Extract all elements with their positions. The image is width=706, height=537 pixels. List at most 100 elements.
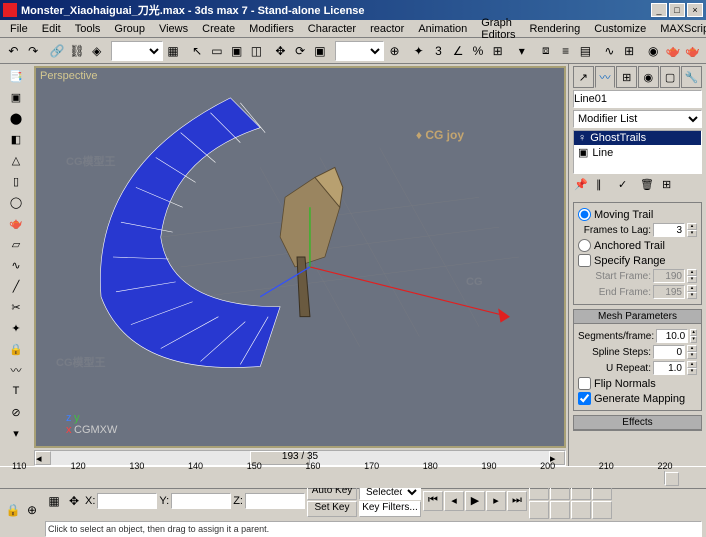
rotate-button[interactable]: ⟳ xyxy=(291,40,310,62)
minmax-button[interactable] xyxy=(571,501,591,519)
menu-rendering[interactable]: Rendering xyxy=(523,23,586,35)
arc-rotate-button[interactable] xyxy=(550,501,570,519)
z-coord-input[interactable] xyxy=(245,493,305,509)
unlink-button[interactable]: ⛓ xyxy=(68,40,87,62)
hierarchy-tab[interactable]: ⊞ xyxy=(616,66,637,88)
remove-mod-button[interactable]: 🗑 xyxy=(639,177,659,197)
axis-icon[interactable]: ✦ xyxy=(4,318,28,338)
menu-group[interactable]: Group xyxy=(108,23,151,35)
scroll-left-button[interactable]: ◂ xyxy=(35,451,51,465)
line-icon[interactable]: ╱ xyxy=(4,276,28,296)
select-name-button[interactable]: ▭ xyxy=(207,40,226,62)
quick-render-button[interactable]: 🫖 xyxy=(683,40,702,62)
region-zoom-button[interactable] xyxy=(592,501,612,519)
menu-file[interactable]: File xyxy=(4,23,34,35)
rollout-header[interactable]: Mesh Parameters xyxy=(574,310,701,324)
play-button[interactable]: ▶ xyxy=(465,491,485,511)
text-icon[interactable]: T xyxy=(4,381,28,401)
spinner[interactable]: ▴▾ xyxy=(687,361,697,375)
center-button[interactable]: ⊕ xyxy=(385,40,404,62)
psnap-button[interactable]: % xyxy=(469,40,488,62)
align-button[interactable]: ≡ xyxy=(556,40,575,62)
rollout-header[interactable]: Effects xyxy=(574,416,701,430)
perspective-viewport[interactable]: Perspective xyxy=(34,66,566,448)
menu-customize[interactable]: Customize xyxy=(588,23,652,35)
pan-button[interactable] xyxy=(529,501,549,519)
select-icon[interactable]: ▣ xyxy=(4,87,28,107)
clip-icon[interactable]: ✂ xyxy=(4,297,28,317)
undo-button[interactable]: ↶ xyxy=(4,40,23,62)
plane-icon[interactable]: ▱ xyxy=(4,234,28,254)
minimize-button[interactable]: _ xyxy=(651,3,667,17)
section-icon[interactable]: ⊘ xyxy=(4,402,28,422)
expand-icon[interactable]: ▣ xyxy=(578,146,588,159)
goto-start-button[interactable]: ⏮ xyxy=(423,491,443,511)
specify-range-checkbox[interactable]: Specify Range xyxy=(578,254,697,267)
maximize-button[interactable]: □ xyxy=(669,3,685,17)
asnap-button[interactable]: ∠ xyxy=(449,40,468,62)
timeline-thumb[interactable] xyxy=(665,472,679,486)
modifier-list-dropdown[interactable]: Modifier List xyxy=(573,110,702,128)
more-icon[interactable]: ▾ xyxy=(4,423,28,443)
menu-modifiers[interactable]: Modifiers xyxy=(243,23,300,35)
snap-button[interactable]: 3 xyxy=(429,40,448,62)
curve-icon[interactable]: ∿ xyxy=(4,255,28,275)
move-button[interactable]: ✥ xyxy=(271,40,290,62)
curve-editor-button[interactable]: ∿ xyxy=(600,40,619,62)
cylinder-icon[interactable]: ▯ xyxy=(4,171,28,191)
menu-edit[interactable]: Edit xyxy=(36,23,67,35)
timeline-ruler[interactable]: 110 120 130 140 150 160 170 180 190 200 … xyxy=(0,466,706,488)
x-coord-input[interactable] xyxy=(97,493,157,509)
anchored-trail-radio[interactable]: Anchored Trail xyxy=(578,239,697,252)
goto-end-button[interactable]: ⏭ xyxy=(507,491,527,511)
prev-frame-button[interactable]: ◂ xyxy=(444,491,464,511)
teapot-icon[interactable]: 🫖 xyxy=(4,213,28,233)
lock-sel-icon[interactable]: 🔒 xyxy=(4,339,28,359)
spinner-snap-button[interactable]: ⊞ xyxy=(488,40,507,62)
next-frame-button[interactable]: ▸ xyxy=(486,491,506,511)
menu-graph[interactable]: Graph Editors xyxy=(475,17,521,41)
keymode-button[interactable]: ▦ xyxy=(45,493,63,509)
flip-normals-checkbox[interactable]: Flip Normals xyxy=(578,377,697,390)
material-button[interactable]: ◉ xyxy=(644,40,663,62)
motion-tab[interactable]: ◉ xyxy=(638,66,659,88)
refcoord-dropdown[interactable]: View xyxy=(335,41,385,61)
frames-to-lag-input[interactable] xyxy=(653,223,685,237)
menu-reactor[interactable]: reactor xyxy=(364,23,410,35)
mirror-button[interactable]: ⧈ xyxy=(536,40,555,62)
selection-set-dropdown[interactable]: All xyxy=(111,41,162,61)
scale-button[interactable]: ▣ xyxy=(311,40,330,62)
transform-typein-button[interactable]: ✥ xyxy=(65,493,83,509)
setkey-button[interactable]: Set Key xyxy=(307,501,357,517)
spinner[interactable]: ▴▾ xyxy=(687,223,697,237)
bind-button[interactable]: ◈ xyxy=(87,40,106,62)
segments-input[interactable] xyxy=(656,329,688,343)
window-crossing-button[interactable]: ◫ xyxy=(247,40,266,62)
sphere-icon[interactable]: ⬤ xyxy=(4,108,28,128)
generate-mapping-checkbox[interactable]: Generate Mapping xyxy=(578,392,697,405)
render-scene-button[interactable]: 🫖 xyxy=(664,40,683,62)
menu-tools[interactable]: Tools xyxy=(69,23,107,35)
keyfilters-button[interactable]: Key Filters... xyxy=(359,501,421,517)
schematic-button[interactable]: ⊞ xyxy=(620,40,639,62)
urepeat-input[interactable] xyxy=(653,361,685,375)
menu-maxscript[interactable]: MAXScript xyxy=(654,23,706,35)
spline-steps-input[interactable] xyxy=(653,345,685,359)
menu-animation[interactable]: Animation xyxy=(412,23,473,35)
select-button[interactable]: ↖ xyxy=(188,40,207,62)
y-coord-input[interactable] xyxy=(171,493,231,509)
box-icon[interactable]: ◧ xyxy=(4,129,28,149)
lock-button[interactable]: 🔒 xyxy=(4,502,22,518)
create-tab[interactable]: ↗ xyxy=(573,66,594,88)
show-end-button[interactable]: ∥ xyxy=(595,177,615,197)
manip-button[interactable]: ✦ xyxy=(409,40,428,62)
menu-character[interactable]: Character xyxy=(302,23,362,35)
cone-icon[interactable]: △ xyxy=(4,150,28,170)
unique-button[interactable]: ✓ xyxy=(617,177,637,197)
spline-icon[interactable]: 〰 xyxy=(4,360,28,380)
filter-button[interactable]: ▦ xyxy=(164,40,183,62)
display-tab[interactable]: ▢ xyxy=(660,66,681,88)
redo-button[interactable]: ↷ xyxy=(24,40,43,62)
abs-button[interactable]: ⊕ xyxy=(23,502,41,518)
menu-views[interactable]: Views xyxy=(153,23,194,35)
